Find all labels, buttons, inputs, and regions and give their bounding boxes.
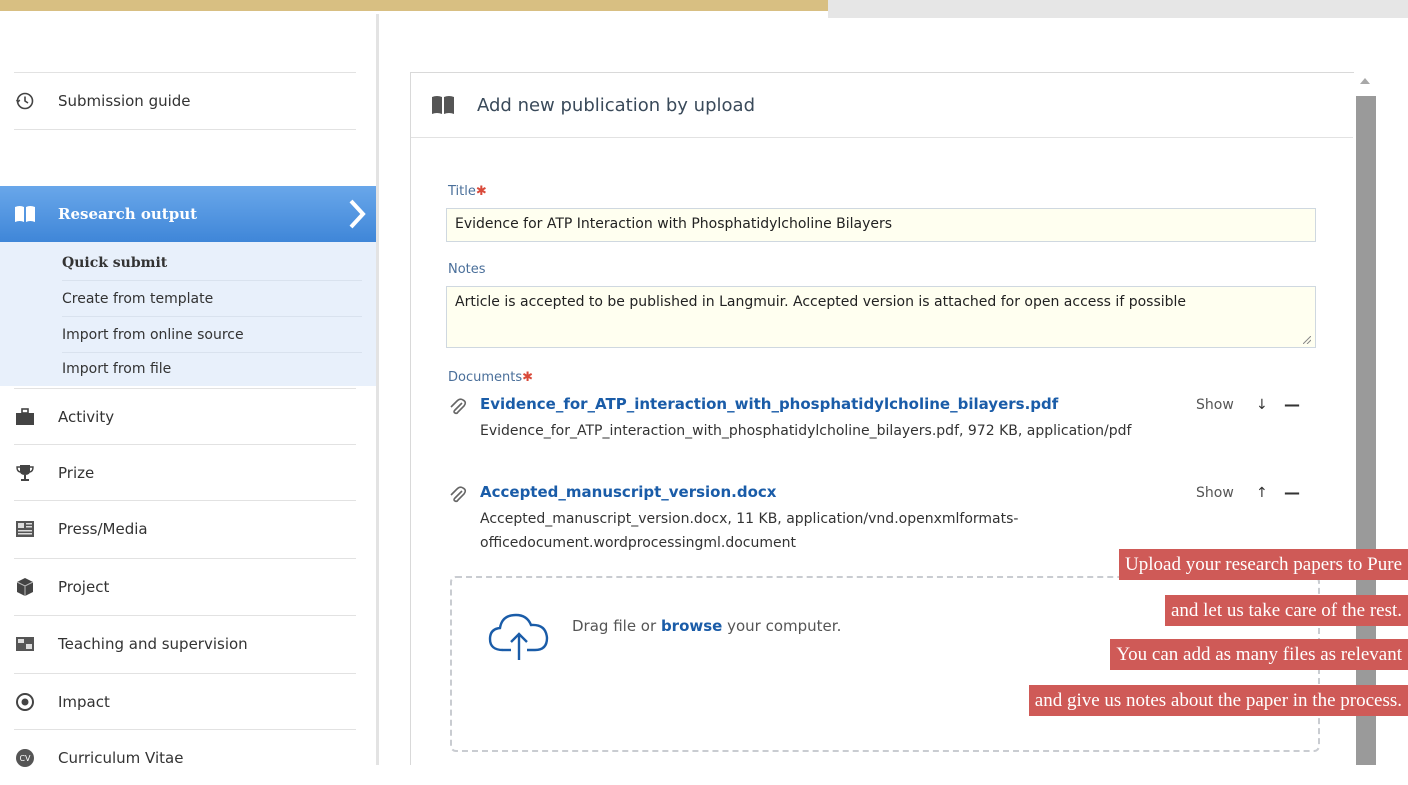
sidebar-item-impact[interactable]: Impact (14, 673, 356, 729)
sidebar-item-label: Research output (58, 205, 198, 223)
promo-caption-line: and give us notes about the paper in the… (1028, 685, 1408, 716)
move-up-button[interactable]: ↑ (1256, 485, 1268, 501)
sidebar-item-research-output[interactable]: Research output (0, 186, 376, 242)
required-mark: ✱ (475, 184, 487, 199)
history-clock-icon (14, 90, 36, 112)
documents-label: Documents✱ (448, 370, 534, 385)
svg-text:CV: CV (19, 754, 31, 763)
scroll-up-arrow-icon[interactable] (1360, 78, 1370, 84)
remove-document-button[interactable]: — (1284, 483, 1300, 502)
sidebar-item-label: Prize (58, 463, 95, 482)
notes-text: Article is accepted to be published in L… (455, 294, 1187, 310)
sidebar-item-teaching[interactable]: Teaching and supervision (14, 615, 356, 671)
promo-caption-line: You can add as many files as relevant (1110, 639, 1408, 670)
remove-document-button[interactable]: — (1284, 395, 1300, 414)
top-accent-bar (0, 0, 828, 11)
sidebar-divider (376, 14, 379, 765)
notes-label: Notes (448, 262, 486, 277)
title-label: Title✱ (448, 184, 487, 199)
cloud-upload-icon (487, 610, 551, 666)
paperclip-icon (448, 485, 468, 509)
document-details: Evidence_for_ATP_interaction_with_phosph… (480, 423, 1132, 439)
cv-icon: CV (14, 747, 36, 769)
newspaper-icon (14, 518, 36, 540)
target-icon (14, 691, 36, 713)
required-mark: ✱ (522, 370, 534, 385)
document-link[interactable]: Evidence_for_ATP_interaction_with_phosph… (480, 395, 1058, 413)
sidebar-item-label: Teaching and supervision (58, 634, 248, 653)
sidebar-item-project[interactable]: Project (14, 558, 356, 614)
sidebar-item-label: Project (58, 577, 110, 596)
chevron-right-icon (348, 199, 366, 233)
blackboard-icon (14, 633, 36, 655)
title-input[interactable]: Evidence for ATP Interaction with Phosph… (446, 208, 1316, 242)
move-down-button[interactable]: ↓ (1256, 397, 1268, 413)
promo-caption-line: and let us take care of the rest. (1164, 595, 1408, 626)
sidebar-item-prize[interactable]: Prize (14, 444, 356, 500)
sidebar-item-cv[interactable]: CV Curriculum Vitae (14, 729, 356, 785)
panel-header: Add new publication by upload (411, 73, 1353, 138)
dropzone-text: Drag file or browse your computer. (572, 617, 842, 635)
book-icon (14, 203, 36, 225)
sidebar-item-activity[interactable]: Activity (14, 388, 356, 444)
sidebar-item-label: Activity (58, 407, 115, 426)
briefcase-icon (14, 406, 36, 428)
subnav-item-create-from-template[interactable]: Create from template (62, 281, 362, 317)
show-document-button[interactable]: Show (1196, 485, 1234, 501)
document-details: Accepted_manuscript_version.docx, 11 KB,… (480, 511, 1019, 551)
sidebar-item-label: Submission guide (58, 92, 191, 110)
sidebar-item-label: Curriculum Vitae (58, 748, 184, 767)
sidebar-item-label: Impact (58, 692, 110, 711)
show-document-button[interactable]: Show (1196, 397, 1234, 413)
resize-handle-icon[interactable] (1303, 336, 1311, 344)
promo-caption-line: Upload your research papers to Pure (1119, 549, 1408, 580)
cube-icon (14, 576, 36, 598)
paperclip-icon (448, 397, 468, 421)
sidebar-item-submission-guide[interactable]: Submission guide (14, 72, 356, 130)
trophy-icon (14, 462, 36, 484)
subnav-item-import-file[interactable]: Import from file (62, 351, 362, 387)
notes-textarea[interactable]: Article is accepted to be published in L… (446, 286, 1316, 348)
book-icon (431, 95, 455, 115)
sidebar-item-press-media[interactable]: Press/Media (14, 500, 356, 556)
top-bar-gray (828, 0, 1408, 18)
panel-title: Add new publication by upload (477, 94, 755, 116)
sidebar-item-label: Press/Media (58, 519, 148, 538)
subnav-item-quick-submit[interactable]: Quick submit (62, 245, 362, 281)
document-link[interactable]: Accepted_manuscript_version.docx (480, 483, 776, 501)
subnav-item-import-online[interactable]: Import from online source (62, 317, 362, 353)
browse-link[interactable]: browse (661, 617, 722, 635)
